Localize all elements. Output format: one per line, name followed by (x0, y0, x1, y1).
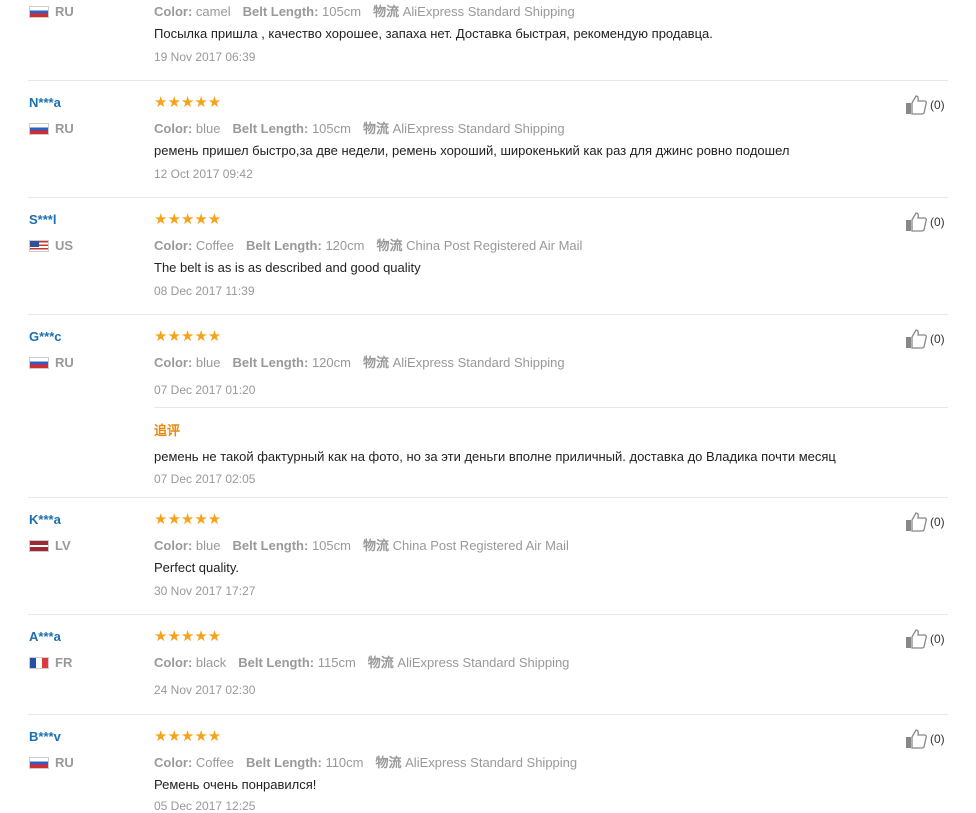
review-date: 19 Nov 2017 06:39 (154, 50, 256, 64)
helpful-button[interactable]: (0) (905, 629, 945, 649)
buyer-name: K***a (29, 512, 61, 527)
star-rating: ★★★★★ (154, 728, 222, 745)
review-text: ремень пришел быстро,за две недели, реме… (154, 143, 790, 158)
thumbs-up-icon (906, 212, 927, 232)
followup-label: 追评 (154, 423, 181, 438)
review-text: Ремень очень понравился! (154, 777, 317, 792)
buyer-country: RU (29, 121, 74, 136)
flag-icon (29, 239, 49, 252)
review-date: 30 Nov 2017 17:27 (154, 584, 256, 598)
flag-icon (29, 539, 49, 552)
divider (28, 614, 948, 615)
review-attributes: Color: Coffee Belt Length: 110cm 物流 AliExp… (154, 755, 578, 770)
review-date: 24 Nov 2017 02:30 (154, 683, 256, 697)
star-rating: ★★★★★ (154, 94, 222, 111)
review-text: Perfect quality. (154, 560, 240, 575)
review-attributes: Color: blue Belt Length: 105cm 物流 AliExpre… (154, 121, 565, 136)
review-date: 05 Dec 2017 12:25 (154, 799, 256, 813)
review-attributes: Color: blue Belt Length: 105cm 物流 China Po… (154, 538, 569, 553)
buyer-name: A***a (29, 629, 61, 644)
review-attributes: Color: Coffee Belt Length: 120cm 物流 China … (154, 238, 583, 253)
review-text: The belt is as is as described and good … (154, 260, 421, 275)
divider (28, 197, 948, 198)
buyer-country: RU (29, 355, 74, 370)
thumbs-up-icon (906, 512, 927, 532)
followup-divider (154, 407, 948, 408)
thumbs-up-icon (906, 329, 927, 349)
review-attributes: Color: black Belt Length: 115cm 物流 AliExpr… (154, 655, 570, 670)
buyer-name: S***l (29, 212, 57, 227)
buyer-name: B***v (29, 729, 61, 744)
buyer-country: RU (29, 4, 74, 19)
helpful-button[interactable]: (0) (905, 95, 945, 115)
thumbs-up-icon (906, 629, 927, 649)
review-attributes: Color: blue Belt Length: 120cm 物流 AliExpre… (154, 355, 565, 370)
review-date: 12 Oct 2017 09:42 (154, 167, 253, 181)
star-rating: ★★★★★ (154, 628, 222, 645)
buyer-country: RU (29, 755, 74, 770)
flag-icon (29, 756, 49, 769)
divider (28, 714, 948, 715)
review-date: 08 Dec 2017 11:39 (154, 284, 255, 298)
divider (28, 80, 948, 81)
thumbs-up-icon (906, 729, 927, 749)
flag-icon (29, 656, 49, 669)
flag-icon (29, 122, 49, 135)
divider (28, 314, 948, 315)
divider (28, 497, 948, 498)
review-attributes: Color: camel Belt Length: 105cm 物流 AliExpr… (154, 4, 575, 19)
followup-text: ремень не такой фактурный как на фото, н… (154, 449, 836, 464)
helpful-button[interactable]: (0) (905, 512, 945, 532)
buyer-country: FR (29, 655, 72, 670)
buyer-name: N***a (29, 95, 61, 110)
followup-date: 07 Dec 2017 02:05 (154, 472, 256, 486)
thumbs-up-icon (906, 95, 927, 115)
flag-icon (29, 5, 49, 18)
star-rating: ★★★★★ (154, 328, 222, 345)
helpful-button[interactable]: (0) (905, 212, 945, 232)
helpful-button[interactable]: (0) (905, 729, 945, 749)
helpful-button[interactable]: (0) (905, 329, 945, 349)
flag-icon (29, 356, 49, 369)
star-rating: ★★★★★ (154, 211, 222, 228)
buyer-country: LV (29, 538, 71, 553)
buyer-country: US (29, 238, 73, 253)
buyer-name: G***c (29, 329, 62, 344)
review-date: 07 Dec 2017 01:20 (154, 383, 256, 397)
star-rating: ★★★★★ (154, 511, 222, 528)
review-text: Посылка пришла , качество хорошее, запах… (154, 26, 713, 41)
